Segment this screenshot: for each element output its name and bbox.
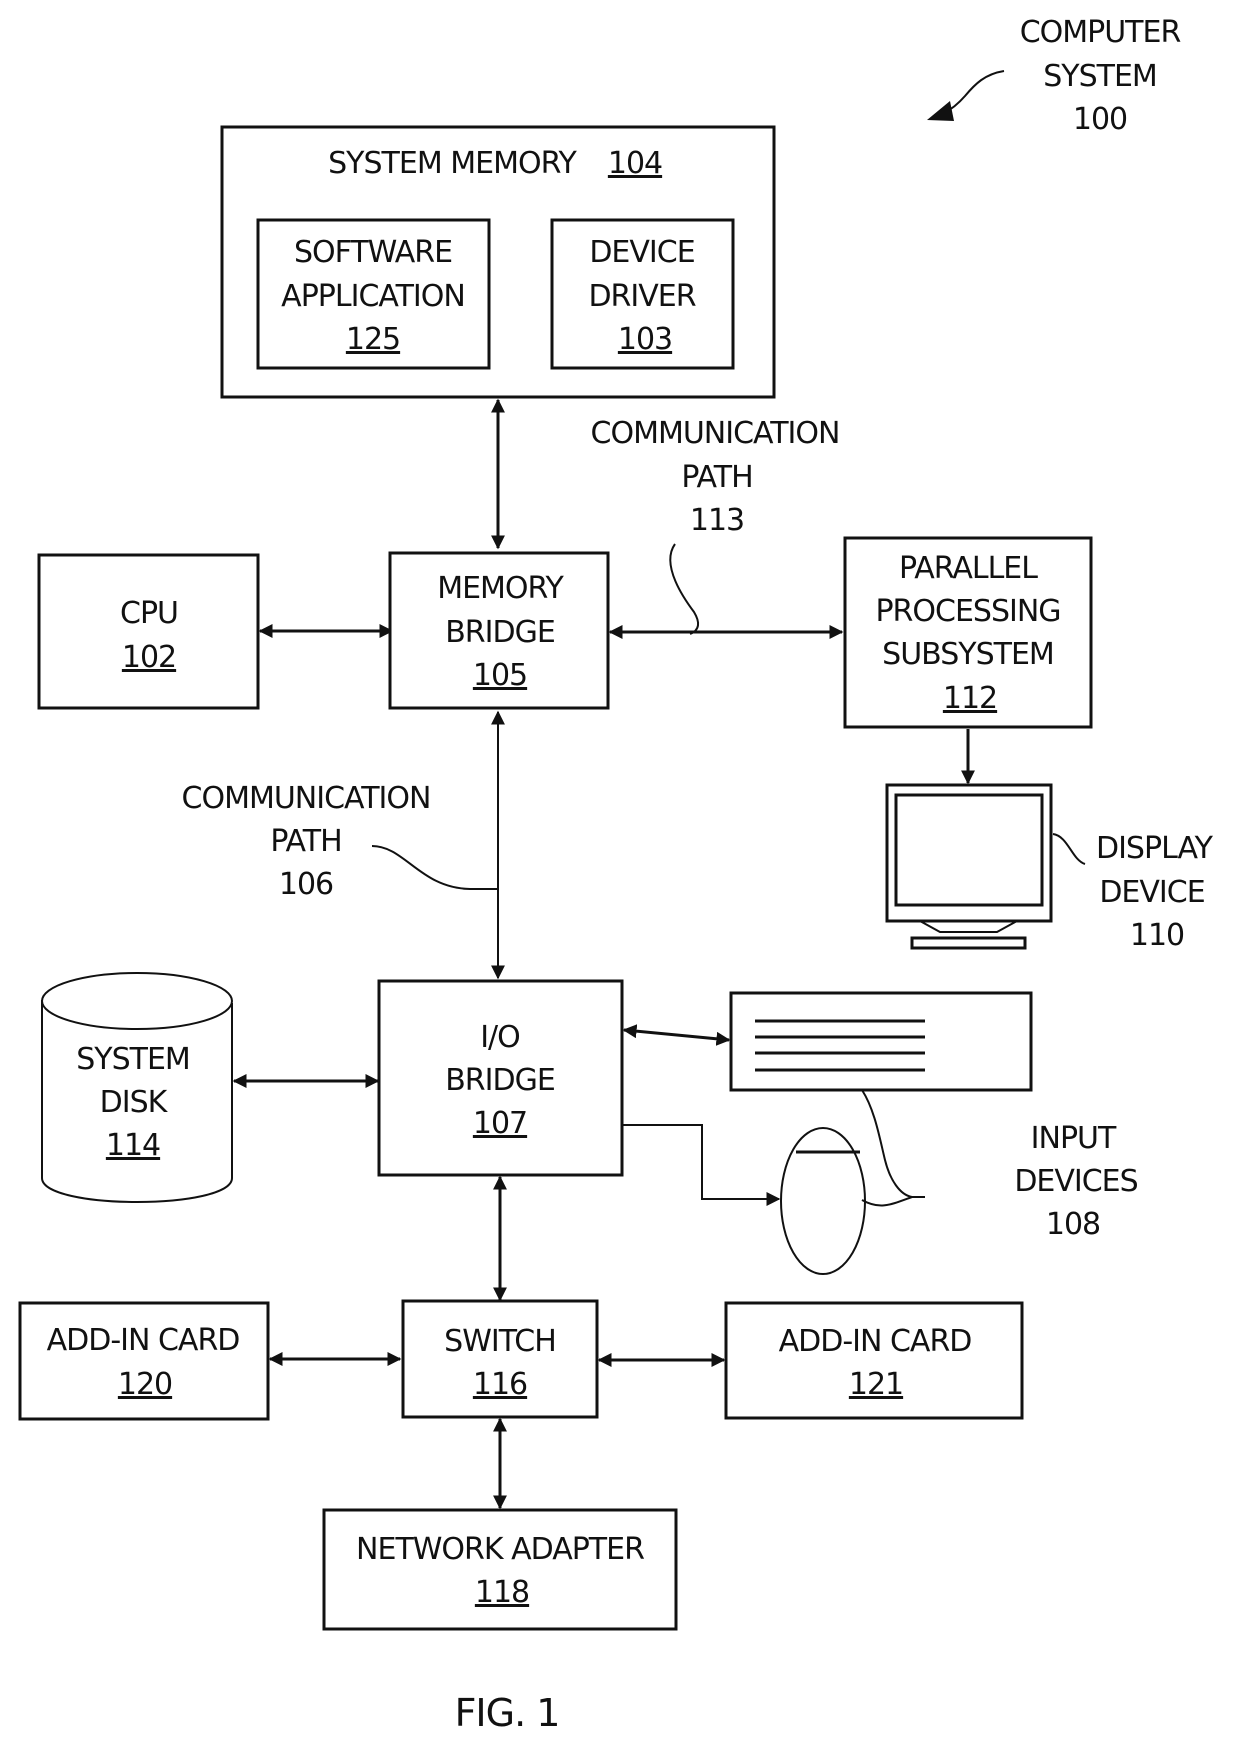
software-application-line-1: SOFTWARE: [294, 235, 452, 270]
parallel-processing-line-1: PARALLEL: [899, 551, 1038, 586]
system-memory-title: SYSTEM MEMORY: [328, 146, 577, 181]
communication-path-106-label: COMMUNICATION PATH 106: [182, 781, 498, 902]
display-leader: [1052, 833, 1086, 865]
network-adapter-frame: [322, 1508, 678, 1631]
parallel-processing-line-2: PROCESSING: [875, 594, 1060, 629]
computer-system-diagram: COMPUTER SYSTEM 100 SYSTEM MEMORY 104 SO…: [18, 15, 1215, 1735]
mouse-icon: [780, 1127, 866, 1275]
computer-system-line-1: COMPUTER: [1020, 15, 1181, 50]
comm-113-line-2: PATH: [681, 460, 752, 495]
comm-113-line-1: COMMUNICATION: [591, 416, 840, 451]
input-devices-ref: 108: [1046, 1207, 1100, 1242]
device-driver-ref: 103: [618, 322, 672, 357]
pointer-curve: [943, 70, 1005, 114]
input-devices-line-2: DEVICES: [1014, 1164, 1137, 1199]
software-application-ref: 125: [346, 322, 400, 357]
add-in-card-121-block[interactable]: ADD-IN CARD 121: [724, 1301, 1024, 1420]
cpu-block[interactable]: CPU 102: [37, 553, 260, 710]
display-device-line-1: DISPLAY: [1096, 831, 1214, 866]
switch-ref: 116: [473, 1367, 527, 1402]
system-disk-line-2: DISK: [100, 1085, 169, 1120]
add-in-card-121-ref: 121: [849, 1367, 903, 1402]
input-devices-line-1: INPUT: [1031, 1121, 1117, 1156]
comm-106-line-2: PATH: [270, 824, 341, 859]
memory-bridge-ref: 105: [473, 658, 527, 693]
parallel-processing-block[interactable]: PARALLEL PROCESSING SUBSYSTEM 112: [843, 536, 1093, 729]
display-device-line-2: DEVICE: [1099, 875, 1204, 910]
keyboard-input-device[interactable]: [729, 991, 1033, 1092]
comm-113-leader: [669, 543, 700, 635]
io-to-keyboard-arrow: [622, 1024, 731, 1046]
io-to-mouse-arrow: [622, 1124, 781, 1206]
cpu-frame: [37, 553, 260, 710]
computer-system-ref: 100: [1073, 102, 1127, 137]
cpu-label: CPU: [120, 596, 178, 631]
parallel-processing-line-3: SUBSYSTEM: [882, 637, 1054, 672]
memory-bridge-line-1: MEMORY: [437, 571, 564, 606]
switch-block[interactable]: SWITCH 116: [401, 1299, 599, 1419]
keyboard-icon: [729, 991, 1033, 1092]
monitor-neck-icon: [919, 920, 1018, 933]
add-in-card-120-block[interactable]: ADD-IN CARD 120: [18, 1301, 270, 1421]
software-application-block[interactable]: SOFTWARE APPLICATION 125: [256, 218, 491, 370]
comm-113-ref: 113: [690, 503, 744, 538]
switch-label: SWITCH: [444, 1324, 556, 1359]
parallel-processing-ref: 112: [943, 681, 997, 716]
monitor-screen-icon: [894, 793, 1044, 907]
communication-path-113-label: COMMUNICATION PATH 113: [591, 416, 840, 635]
computer-system-label: COMPUTER SYSTEM 100: [927, 15, 1181, 137]
input-devices-label: INPUT DEVICES 108: [861, 1089, 1139, 1242]
figure-caption: FIG. 1: [455, 1691, 560, 1735]
computer-system-line-2: SYSTEM: [1043, 59, 1157, 94]
add-in-card-120-ref: 120: [118, 1367, 172, 1402]
comm-106-leader: [371, 845, 498, 890]
network-adapter-block[interactable]: NETWORK ADAPTER 118: [322, 1508, 678, 1631]
device-driver-line-2: DRIVER: [588, 279, 695, 314]
system-disk-ref: 114: [106, 1128, 160, 1163]
software-application-line-2: APPLICATION: [281, 279, 465, 314]
network-adapter-label: NETWORK ADAPTER: [356, 1532, 644, 1567]
network-adapter-ref: 118: [475, 1575, 529, 1610]
memory-bridge-block[interactable]: MEMORY BRIDGE 105: [388, 551, 610, 710]
disk-top-icon: [41, 972, 233, 1030]
device-driver-block[interactable]: DEVICE DRIVER 103: [550, 218, 735, 370]
comm-106-ref: 106: [279, 867, 333, 902]
monitor-stand-icon: [910, 936, 1027, 950]
system-disk-line-1: SYSTEM: [76, 1042, 190, 1077]
device-driver-line-1: DEVICE: [589, 235, 694, 270]
pointer-arrowhead-icon: [927, 101, 954, 121]
display-device[interactable]: DISPLAY DEVICE 110: [885, 783, 1215, 953]
system-memory-ref: 104: [608, 146, 662, 181]
memory-bridge-line-2: BRIDGE: [445, 615, 555, 650]
input-leader-keyboard: [861, 1089, 925, 1198]
io-bridge-ref: 107: [473, 1106, 527, 1141]
io-bridge-line-2: BRIDGE: [445, 1063, 555, 1098]
cpu-ref: 102: [122, 640, 176, 675]
system-disk[interactable]: SYSTEM DISK 114: [41, 972, 233, 1203]
input-leader-mouse: [861, 1196, 913, 1207]
display-device-ref: 110: [1130, 918, 1184, 953]
comm-106-line-1: COMMUNICATION: [182, 781, 431, 816]
io-bridge-block[interactable]: I/O BRIDGE 107: [377, 979, 624, 1177]
mouse-input-device[interactable]: [780, 1127, 866, 1275]
add-in-card-121-label: ADD-IN CARD: [779, 1324, 972, 1359]
io-bridge-line-1: I/O: [480, 1020, 520, 1055]
add-in-card-120-label: ADD-IN CARD: [47, 1323, 240, 1358]
